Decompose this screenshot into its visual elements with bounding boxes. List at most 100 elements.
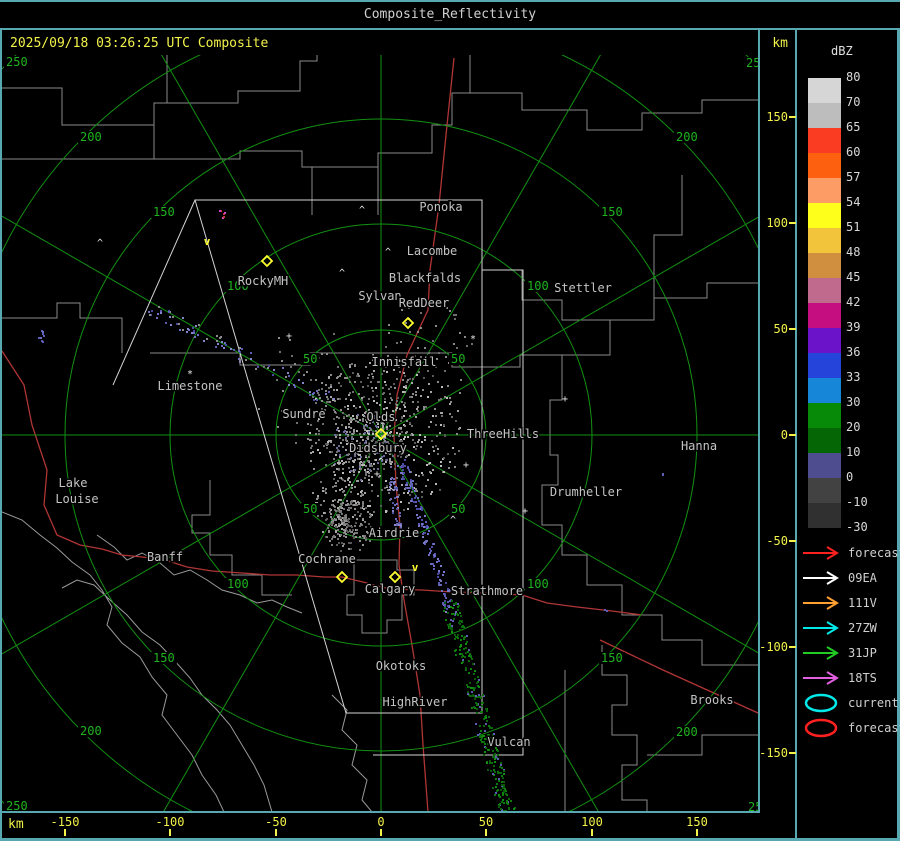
echo-pixel (357, 458, 359, 460)
echo-pixel (442, 602, 444, 604)
echo-pixel (358, 393, 360, 395)
echo-pixel (341, 523, 343, 525)
echo-pixel (359, 464, 361, 466)
echo-pixel (386, 459, 388, 461)
echo-pixel (492, 787, 494, 789)
echo-pixel (485, 723, 487, 725)
echo-pixel (367, 403, 369, 405)
legend-item-label: 18TS (848, 671, 877, 685)
echo-pixel (350, 491, 352, 493)
echo-pixel (440, 465, 442, 467)
echo-pixel (336, 434, 338, 436)
dbz-level-label: 80 (846, 70, 861, 84)
echo-pixel (322, 423, 324, 425)
city-label: Brooks (690, 693, 733, 707)
echo-pixel (409, 331, 411, 333)
echo-pixel (339, 437, 341, 439)
echo-pixel (485, 715, 487, 717)
right-tick-mark (789, 646, 796, 648)
right-tick-label: -100 (759, 640, 788, 654)
echo-pixel (337, 501, 339, 503)
echo-pixel (219, 210, 221, 212)
echo-pixel (339, 398, 341, 400)
caret-marker: ^ (378, 457, 384, 468)
echo-pixel (388, 332, 390, 334)
echo-pixel (362, 462, 364, 464)
echo-pixel (501, 784, 503, 786)
echo-pixel (358, 471, 360, 473)
echo-pixel (436, 435, 438, 437)
echo-pixel (499, 803, 501, 805)
echo-pixel (444, 396, 446, 398)
caret-marker: ^ (450, 515, 456, 526)
echo-pixel (403, 415, 405, 417)
echo-pixel (336, 377, 338, 379)
echo-pixel (348, 426, 350, 428)
echo-pixel (341, 488, 343, 490)
echo-pixel (182, 317, 184, 319)
echo-pixel (371, 373, 373, 375)
echo-pixel (368, 472, 370, 474)
echo-pixel (355, 420, 357, 422)
echo-pixel (444, 595, 446, 597)
echo-pixel (372, 377, 374, 379)
echo-pixel (412, 401, 414, 403)
bottom-tick-label: 50 (478, 815, 494, 829)
echo-pixel (445, 619, 447, 621)
echo-pixel (423, 406, 425, 408)
echo-pixel (444, 607, 446, 609)
echo-pixel (492, 773, 494, 775)
timestamp-label: 2025/09/18 03:26:25 UTC Composite (10, 36, 269, 51)
echo-pixel (396, 503, 398, 505)
echo-pixel (415, 416, 417, 418)
echo-pixel (404, 425, 406, 427)
echo-pixel (362, 535, 364, 537)
echo-pixel (337, 529, 339, 531)
radar-map-canvas[interactable]: 50 5050 50100 100100 100150 150150 150200 20020… (2, 55, 758, 811)
bottom-tick-mark (64, 829, 66, 836)
echo-pixel (362, 544, 364, 546)
echo-pixel (341, 513, 343, 515)
legend-item-label: forecast (848, 721, 900, 735)
echo-pixel (273, 369, 275, 371)
echo-pixel (369, 465, 371, 467)
echo-pixel (417, 387, 419, 389)
echo-pixel (401, 472, 403, 474)
echo-pixel (425, 485, 427, 487)
echo-pixel (257, 366, 259, 368)
echo-pixel (337, 507, 339, 509)
echo-pixel (338, 542, 340, 544)
echo-pixel (450, 606, 452, 608)
echo-pixel (268, 365, 270, 367)
echo-pixel (397, 455, 399, 457)
legend-symbol (804, 718, 838, 738)
right-axis-unit: km (772, 36, 788, 51)
echo-pixel (445, 611, 447, 613)
caret-marker: ^ (339, 268, 345, 279)
legend-symbol (804, 693, 838, 713)
echo-pixel (344, 520, 346, 522)
echo-pixel (369, 427, 371, 429)
echo-pixel (333, 398, 335, 400)
echo-pixel (399, 512, 401, 514)
echo-pixel (364, 535, 366, 537)
echo-pixel (423, 542, 425, 544)
echo-pixel (457, 410, 459, 412)
echo-pixel (396, 400, 398, 402)
dbz-level-label: 54 (846, 195, 861, 209)
echo-pixel (294, 363, 296, 365)
echo-pixel (402, 476, 404, 478)
echo-pixel (337, 510, 339, 512)
echo-pixel (487, 769, 489, 771)
echo-pixel (476, 703, 478, 705)
echo-pixel (401, 416, 403, 418)
echo-pixel (446, 397, 448, 399)
echo-pixel (461, 656, 463, 658)
echo-pixel (394, 497, 396, 499)
echo-pixel (343, 517, 345, 519)
echo-pixel (483, 718, 485, 720)
echo-pixel (334, 499, 336, 501)
echo-pixel (316, 428, 318, 430)
echo-pixel (328, 377, 330, 379)
echo-pixel (414, 497, 416, 499)
